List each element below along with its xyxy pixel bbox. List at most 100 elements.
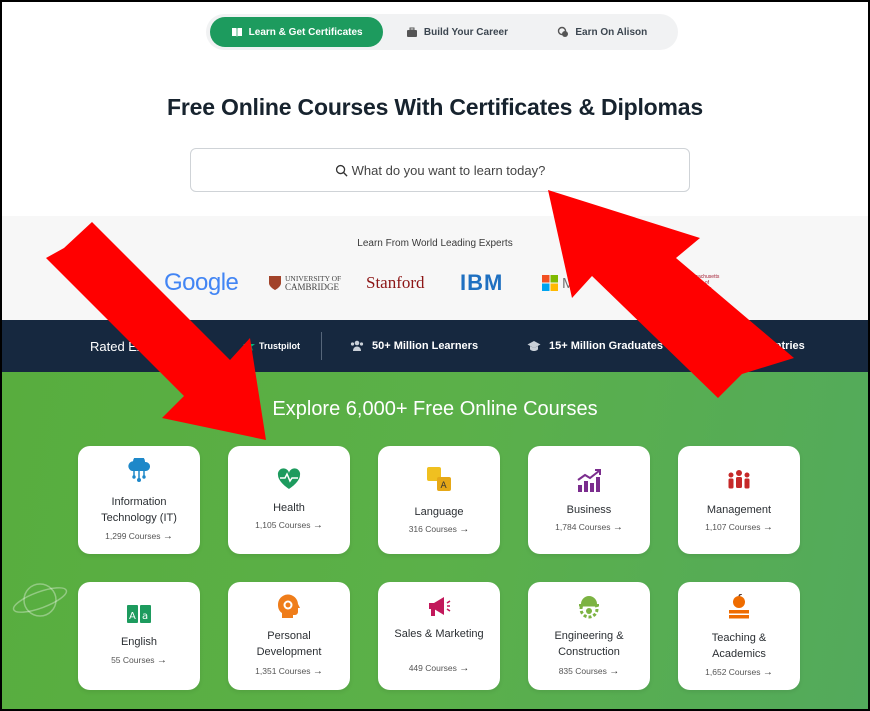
course-count-text: 1,784 Courses (555, 522, 611, 532)
tab-learn-get-certificates[interactable]: Learn & Get Certificates (210, 17, 384, 47)
svg-text:A: A (441, 481, 448, 491)
course-name: English (120, 636, 158, 648)
tab-label: Earn On Alison (575, 26, 648, 38)
book-icon (231, 28, 242, 37)
arrow-right-icon: → (312, 666, 323, 677)
course-name: Business (566, 504, 612, 516)
arrow-right-icon: → (459, 524, 470, 535)
course-count: 1,784 Courses → (528, 522, 650, 533)
course-card-english[interactable]: Aa English 55 Courses → (78, 582, 200, 690)
search-input[interactable]: What do you want to learn today? (190, 148, 690, 192)
coins-icon (558, 26, 569, 37)
tab-earn-on-alison[interactable]: Earn On Alison (531, 17, 674, 47)
course-count: 1,351 Courses → (228, 666, 350, 677)
course-name: Health (273, 502, 305, 514)
course-count: 1,299 Courses → (78, 531, 200, 542)
course-name: Engineering & Construction (554, 630, 624, 658)
stats-divider (321, 332, 322, 360)
course-name: Information Technology (IT) (101, 496, 177, 524)
experts-label: Learn From World Leading Experts (357, 238, 513, 249)
cambridge-line-2: CAMBRIDGE (285, 282, 340, 292)
mit-wordmark: Massachusetts Institute of Technology (686, 274, 720, 292)
page: Learn & Get Certificates Build Your Care… (2, 2, 868, 709)
svg-text:a: a (142, 611, 148, 622)
microsoft-squares-icon (542, 275, 558, 291)
course-count-text: 449 Courses (408, 663, 457, 673)
course-card-management[interactable]: Management 1,107 Courses → (678, 446, 800, 554)
trustpilot-stat: Trustpilot (242, 320, 300, 372)
course-count: 1,105 Courses → (228, 520, 350, 531)
course-count: 1,652 Courses → (678, 667, 800, 678)
arrow-right-icon: → (609, 666, 620, 677)
course-count-text: 1,652 Courses (705, 667, 761, 677)
search-placeholder: What do you want to learn today? (351, 162, 546, 178)
tab-build-your-career[interactable]: Build Your Career (383, 17, 530, 47)
course-card-teaching-academics[interactable]: Teaching & Academics 1,652 Courses → (678, 582, 800, 690)
mit-mark-icon (658, 275, 681, 291)
course-count-text: 55 Courses (111, 655, 155, 665)
graduates-stat: 15+ Million Graduates (527, 320, 663, 372)
course-count: 835 Courses → (528, 666, 650, 677)
course-name: Teaching & Academics (711, 632, 767, 660)
tab-label: Build Your Career (423, 26, 508, 38)
course-count-text: 1,107 Courses (705, 522, 761, 532)
course-count: 55 Courses → (78, 655, 200, 666)
course-count-text: 835 Courses (558, 666, 607, 676)
course-count-text: 316 Courses (408, 524, 457, 534)
head-target-icon (277, 594, 300, 618)
arrow-right-icon: → (162, 531, 173, 542)
cambridge-shield-icon (269, 276, 281, 290)
courses-section: Explore 6,000+ Free Online Courses Infor… (2, 372, 868, 709)
course-card-sales-marketing[interactable]: Sales & Marketing 449 Courses → (378, 582, 500, 690)
cloud-network-icon (128, 458, 151, 482)
mit-logo: Massachusetts Institute of Technology (658, 268, 734, 298)
arrow-right-icon: → (762, 522, 773, 533)
apple-books-icon (729, 594, 749, 619)
course-name: Management (706, 504, 772, 516)
rating-stat: Rated Exc (90, 320, 150, 372)
arrow-right-icon: → (762, 667, 773, 678)
svg-text:A: A (129, 611, 136, 622)
planet-decoration-icon (12, 583, 68, 617)
ibm-logo: IBM (460, 268, 503, 298)
arrow-right-icon: → (312, 520, 323, 531)
course-card-business[interactable]: Business 1,784 Courses → (528, 446, 650, 554)
course-card-engineering-construction[interactable]: Engineering & Construction 835 Courses → (528, 582, 650, 690)
course-count-text: 1,105 Courses (255, 520, 311, 530)
countries-label: 193 Countries (732, 340, 805, 352)
learners-stat: 50+ Million Learners (350, 320, 478, 372)
course-name: Personal Development (256, 630, 322, 658)
course-count-text: 1,299 Courses (105, 531, 161, 541)
star-icon (243, 340, 255, 351)
hard-hat-gear-icon (579, 596, 599, 619)
tab-label: Learn & Get Certificates (248, 26, 363, 38)
top-tabs: Learn & Get Certificates Build Your Care… (206, 14, 678, 50)
page-title: Free Online Courses With Certificates & … (167, 94, 703, 120)
countries-stat: 193 Countries (710, 320, 805, 372)
briefcase-icon (406, 27, 417, 37)
stanford-logo: Stanford (366, 268, 425, 298)
stanford-wordmark: Stanford (366, 273, 425, 292)
course-card-language[interactable]: A Language 316 Courses → (378, 446, 500, 554)
google-logo: Google (164, 268, 239, 298)
globe-icon (710, 339, 724, 353)
course-count: 316 Courses → (378, 524, 500, 535)
course-count-text: 1,351 Courses (255, 666, 311, 676)
courses-title: Explore 6,000+ Free Online Courses (272, 398, 598, 420)
arrow-right-icon: → (156, 655, 167, 666)
arrow-right-icon: → (612, 522, 623, 533)
trustpilot-label: Trustpilot (259, 341, 300, 351)
graduates-label: 15+ Million Graduates (549, 340, 664, 352)
translate-icon: A (427, 467, 451, 491)
microsoft-wordmark: M (562, 274, 575, 292)
course-card-health[interactable]: Health 1,105 Courses → (228, 446, 350, 554)
google-wordmark: Google (164, 269, 239, 296)
course-card-information-technology[interactable]: Information Technology (IT) 1,299 Course… (78, 446, 200, 554)
stats-bar: Rated Exc Trustpilot 50+ Million Learner… (2, 320, 868, 372)
course-card-personal-development[interactable]: Personal Development 1,351 Courses → (228, 582, 350, 690)
cambridge-logo: UNIVERSITY OF CAMBRIDGE (268, 268, 341, 298)
experts-band: Learn From World Leading Experts Google … (2, 216, 868, 320)
team-icon (728, 470, 750, 489)
learners-label: 50+ Million Learners (372, 340, 479, 352)
microsoft-logo: M (542, 268, 575, 298)
